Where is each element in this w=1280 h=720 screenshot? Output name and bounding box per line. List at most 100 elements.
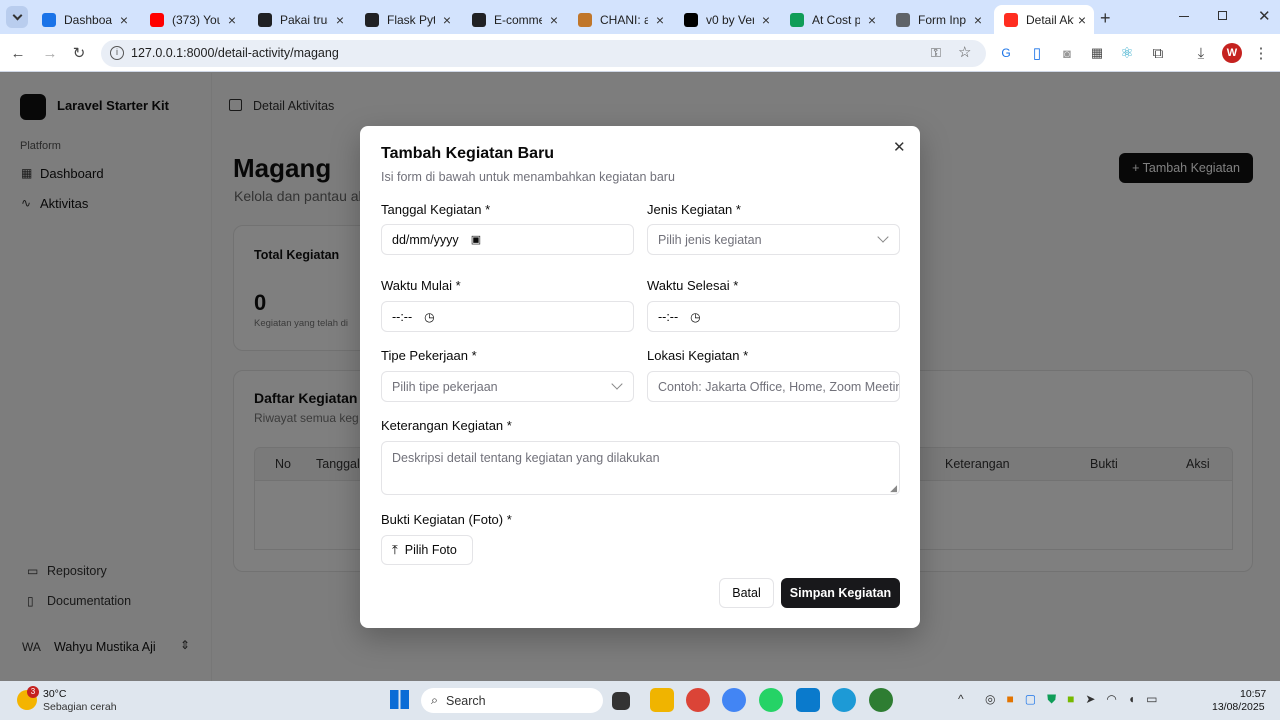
tab-favicon-icon: [578, 12, 592, 27]
type-select[interactable]: Pilih jenis kegiatan: [647, 224, 900, 255]
save-activity-button[interactable]: Simpan Kegiatan: [781, 578, 900, 608]
tab-close-icon[interactable]: ×: [228, 12, 236, 28]
address-bar[interactable]: i 127.0.0.1:8000/detail-activity/magang …: [101, 40, 986, 67]
tab-favicon-icon: [258, 12, 272, 27]
resize-handle-icon[interactable]: ◢: [890, 483, 897, 494]
tab-title: E-commerce: [494, 12, 542, 27]
battery-icon[interactable]: ▭: [1146, 692, 1157, 708]
tab-close-icon[interactable]: ×: [762, 12, 770, 28]
site-info-icon[interactable]: i: [110, 46, 124, 60]
whatsapp-icon[interactable]: [759, 688, 783, 712]
browser-tab[interactable]: E-commerce ×: [462, 5, 566, 34]
password-key-icon[interactable]: ⚿: [931, 45, 941, 61]
vscode-icon[interactable]: [796, 688, 820, 712]
weather-desc[interactable]: Sebagian cerah: [43, 701, 117, 713]
tray-app-icon[interactable]: ▢: [1025, 692, 1036, 708]
close-window-icon[interactable]: ✕: [1258, 7, 1271, 25]
tab-close-icon[interactable]: ×: [656, 12, 664, 28]
type-select-placeholder: Pilih jenis kegiatan: [658, 232, 762, 247]
cancel-button[interactable]: Batal: [719, 578, 774, 608]
end-time-input[interactable]: --:-- ◷: [647, 301, 900, 332]
tab-close-icon[interactable]: ×: [1078, 12, 1086, 28]
minimize-icon[interactable]: [1179, 16, 1189, 17]
tab-close-icon[interactable]: ×: [974, 12, 982, 28]
react-devtools-icon[interactable]: ⚛: [1118, 44, 1136, 62]
send-icon[interactable]: ➤: [1085, 692, 1095, 708]
download-icon[interactable]: ⤓: [1192, 44, 1210, 62]
edge-icon[interactable]: [832, 688, 856, 712]
browser-tab[interactable]: (373) YouTube ×: [140, 5, 244, 34]
tab-close-icon[interactable]: ×: [443, 12, 451, 28]
volume-icon[interactable]: ◖: [1128, 692, 1135, 708]
hs-app-icon[interactable]: [869, 688, 893, 712]
tab-favicon-icon: [365, 12, 379, 27]
browser-tab[interactable]: v0 by Vercel ×: [674, 5, 778, 34]
translate-icon[interactable]: G: [997, 44, 1015, 62]
date-input[interactable]: dd/mm/yyyy ▣: [381, 224, 634, 255]
chrome-icon[interactable]: [686, 688, 710, 712]
end-time-value: --:--: [658, 309, 679, 324]
search-label: Search: [446, 693, 486, 708]
dialog-title: Tambah Kegiatan Baru: [381, 145, 555, 162]
clock-icon[interactable]: ◷: [424, 310, 434, 324]
tab-close-icon[interactable]: ×: [868, 12, 876, 28]
tab-close-icon[interactable]: ×: [550, 12, 558, 28]
browser-tab[interactable]: Form Input ×: [886, 5, 990, 34]
browser-tab[interactable]: Dashboard ×: [32, 5, 136, 34]
browser-tab[interactable]: CHANI: ast ×: [568, 5, 672, 34]
forward-icon[interactable]: →: [41, 44, 59, 62]
choose-photo-label: Pilih Foto: [404, 543, 457, 557]
tab-close-icon[interactable]: ×: [120, 12, 128, 28]
defender-icon[interactable]: ⛊: [1047, 692, 1056, 708]
tab-close-icon[interactable]: ×: [336, 12, 344, 28]
new-tab-button[interactable]: +: [1100, 8, 1111, 29]
task-view-icon[interactable]: [612, 692, 630, 710]
browser-tab[interactable]: Detail Akti ×: [994, 5, 1094, 34]
close-icon[interactable]: ✕: [893, 138, 906, 156]
work-type-label: Tipe Pekerjaan *: [381, 348, 477, 363]
tray-icons[interactable]: ◎ ■ ▢ ⛊ ■ ➤ ◠ ◖ ▭: [985, 692, 1200, 708]
tab-favicon-icon: [1004, 12, 1018, 27]
start-time-input[interactable]: --:-- ◷: [381, 301, 634, 332]
calendar-icon[interactable]: ▣: [471, 233, 481, 246]
restore-icon[interactable]: [1218, 11, 1227, 20]
extension-icon[interactable]: ▯: [1028, 44, 1046, 62]
tab-title: Pakai trust: [280, 12, 328, 27]
tab-search-button[interactable]: [6, 6, 28, 28]
windows-start-icon[interactable]: [390, 690, 409, 709]
choose-photo-button[interactable]: ⤒ Pilih Foto: [381, 535, 473, 565]
tab-favicon-icon: [42, 12, 56, 27]
browser-tab[interactable]: Flask Python ×: [355, 5, 459, 34]
tab-favicon-icon: [896, 12, 910, 27]
location-label: Lokasi Kegiatan *: [647, 348, 749, 363]
search-icon: ⌕: [431, 693, 439, 707]
tray-app-icon[interactable]: ■: [1006, 692, 1013, 708]
url-text: 127.0.0.1:8000/detail-activity/magang: [131, 46, 339, 60]
wifi-icon[interactable]: ◠: [1106, 692, 1116, 708]
nvidia-icon[interactable]: ■: [1067, 692, 1074, 708]
browser-tab[interactable]: Pakai trust ×: [248, 5, 352, 34]
work-type-select[interactable]: Pilih tipe pekerjaan: [381, 371, 634, 402]
chevron-down-icon: [12, 10, 22, 20]
menu-dots-icon[interactable]: ⋮: [1252, 44, 1270, 62]
taskbar-search[interactable]: ⌕ Search: [421, 688, 603, 713]
calculator-icon[interactable]: ▦: [1088, 44, 1106, 62]
camera-icon[interactable]: ◙: [1058, 44, 1076, 62]
clock-icon[interactable]: ◷: [690, 310, 700, 324]
bookmark-star-icon[interactable]: ☆: [958, 43, 971, 61]
location-input[interactable]: Contoh: Jakarta Office, Home, Zoom Meeti…: [647, 371, 900, 402]
browser-tab[interactable]: At Cost pe ×: [780, 5, 884, 34]
file-explorer-icon[interactable]: [650, 688, 674, 712]
profile-avatar[interactable]: W: [1222, 43, 1242, 63]
back-icon[interactable]: ←: [9, 44, 27, 62]
weather-temp[interactable]: 30°C: [43, 688, 66, 700]
tray-app-icon[interactable]: ◎: [985, 692, 995, 708]
clock-time[interactable]: 10:57: [1240, 688, 1266, 700]
chrome-profile-icon[interactable]: [722, 688, 746, 712]
extensions-puzzle-icon[interactable]: ⧉: [1149, 44, 1167, 62]
reload-icon[interactable]: ↻: [70, 44, 88, 62]
notes-textarea[interactable]: Deskripsi detail tentang kegiatan yang d…: [381, 441, 900, 495]
tray-chevron-up-icon[interactable]: ^: [958, 692, 964, 706]
tab-favicon-icon: [684, 12, 698, 27]
clock-date[interactable]: 13/08/2025: [1212, 701, 1265, 713]
